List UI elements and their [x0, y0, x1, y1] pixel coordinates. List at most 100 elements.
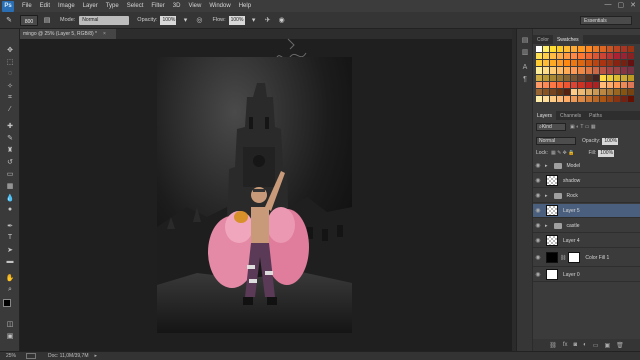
menu-layer[interactable]: Layer	[83, 3, 98, 9]
swatch[interactable]	[571, 95, 578, 102]
swatch[interactable]	[550, 53, 557, 60]
disclosure-arrow-icon[interactable]: ▸	[545, 163, 548, 169]
tab-color[interactable]: Color	[533, 35, 553, 44]
swatch[interactable]	[592, 88, 599, 95]
swatch[interactable]	[585, 95, 592, 102]
swatch[interactable]	[592, 53, 599, 60]
status-bar-icon[interactable]	[26, 353, 37, 359]
layer-row[interactable]: ◉ Layer 0	[533, 268, 640, 282]
history-icon[interactable]: ▤	[520, 35, 530, 44]
type-tool-icon[interactable]: T	[5, 233, 15, 242]
disclosure-arrow-icon[interactable]: ▸	[545, 193, 548, 199]
swatch[interactable]	[627, 95, 634, 102]
menu-window[interactable]: Window	[209, 3, 230, 9]
swatch[interactable]	[592, 60, 599, 67]
pressure-opacity-icon[interactable]: ◎	[194, 15, 204, 25]
swatch[interactable]	[606, 88, 613, 95]
swatch[interactable]	[543, 81, 550, 88]
swatch[interactable]	[543, 67, 550, 74]
swatch[interactable]	[564, 88, 571, 95]
pen-tool-icon[interactable]: ✒	[5, 221, 15, 230]
layer-row[interactable]: ◉ ⛓ Color Fill 1	[533, 249, 640, 267]
menu-type[interactable]: Type	[106, 3, 119, 9]
swatch[interactable]	[564, 95, 571, 102]
swatch[interactable]	[571, 46, 578, 53]
swatch[interactable]	[627, 74, 634, 81]
flow-field[interactable]: 100%	[228, 15, 245, 25]
layer-opacity-field[interactable]: 100%	[602, 137, 619, 145]
menu-3d[interactable]: 3D	[173, 3, 181, 9]
swatch[interactable]	[550, 60, 557, 67]
quick-mask-icon[interactable]: ◫	[5, 319, 15, 328]
close-button[interactable]: ✕	[630, 1, 636, 9]
eraser-tool-icon[interactable]: ▭	[5, 169, 15, 178]
swatch[interactable]	[620, 88, 627, 95]
new-group-icon[interactable]: ▭	[593, 342, 599, 349]
swatch[interactable]	[557, 81, 564, 88]
swatch[interactable]	[627, 67, 634, 74]
swatch[interactable]	[606, 74, 613, 81]
swatch[interactable]	[613, 95, 620, 102]
brush-tool-icon[interactable]: ✎	[4, 15, 14, 25]
swatch[interactable]	[599, 88, 606, 95]
brush-panel-icon[interactable]: ▤	[42, 15, 52, 25]
swatch[interactable]	[620, 46, 627, 53]
layer-row[interactable]: ◉ ▸ Model	[533, 159, 640, 173]
swatch[interactable]	[627, 60, 634, 67]
quick-select-tool-icon[interactable]: ✧	[5, 81, 15, 90]
swatch[interactable]	[627, 81, 634, 88]
menu-edit[interactable]: Edit	[40, 3, 50, 9]
swatch[interactable]	[613, 67, 620, 74]
pressure-size-icon[interactable]: ◉	[277, 15, 287, 25]
eye-icon[interactable]: ◉	[533, 192, 543, 199]
swatch[interactable]	[620, 53, 627, 60]
canvas-area[interactable]	[20, 38, 512, 351]
swatch[interactable]	[578, 81, 585, 88]
swatch[interactable]	[606, 95, 613, 102]
layer-row[interactable]: ◉ ▸ Rock	[533, 189, 640, 203]
swatch[interactable]	[613, 60, 620, 67]
swatches-grid[interactable]	[536, 46, 634, 102]
swatch[interactable]	[564, 53, 571, 60]
swatch[interactable]	[564, 67, 571, 74]
stamp-tool-icon[interactable]: ♜	[5, 145, 15, 154]
eye-icon[interactable]: ◉	[533, 237, 543, 244]
swatch[interactable]	[578, 67, 585, 74]
swatch[interactable]	[557, 74, 564, 81]
swatch[interactable]	[543, 95, 550, 102]
swatch[interactable]	[550, 95, 557, 102]
layer-row[interactable]: ◉ Layer 4	[533, 234, 640, 248]
swatch[interactable]	[578, 53, 585, 60]
layer-kind-select[interactable]: ⌕ Kind	[536, 123, 566, 131]
swatch[interactable]	[550, 74, 557, 81]
healing-tool-icon[interactable]: ✚	[5, 121, 15, 130]
swatch[interactable]	[606, 81, 613, 88]
swatch[interactable]	[571, 60, 578, 67]
disclosure-arrow-icon[interactable]: ▸	[545, 223, 548, 229]
swatch[interactable]	[599, 46, 606, 53]
swatch[interactable]	[550, 81, 557, 88]
move-tool-icon[interactable]: ✥	[5, 45, 15, 54]
menu-select[interactable]: Select	[127, 3, 144, 9]
mode-select[interactable]: Normal	[79, 15, 130, 25]
swatch[interactable]	[585, 81, 592, 88]
layer-row[interactable]: ◉ ▸ castle	[533, 219, 640, 233]
layer-row-selected[interactable]: ◉ Layer 5	[533, 204, 640, 218]
swatch[interactable]	[571, 81, 578, 88]
swatch[interactable]	[564, 81, 571, 88]
marquee-tool-icon[interactable]: ⬚	[5, 57, 15, 66]
color-swatches[interactable]	[3, 299, 15, 311]
swatch[interactable]	[536, 95, 543, 102]
swatch[interactable]	[536, 74, 543, 81]
swatch[interactable]	[578, 74, 585, 81]
swatch[interactable]	[536, 53, 543, 60]
swatch[interactable]	[571, 53, 578, 60]
trash-icon[interactable]: 🗑	[616, 342, 624, 349]
swatch[interactable]	[578, 46, 585, 53]
zoom-tool-icon[interactable]: ⌕	[5, 285, 15, 294]
flow-dropdown-icon[interactable]: ▾	[249, 15, 259, 25]
paragraph-icon[interactable]: ¶	[520, 75, 530, 84]
brush-tool-icon[interactable]: ✎	[5, 133, 15, 142]
swatch[interactable]	[585, 88, 592, 95]
swatch[interactable]	[543, 60, 550, 67]
